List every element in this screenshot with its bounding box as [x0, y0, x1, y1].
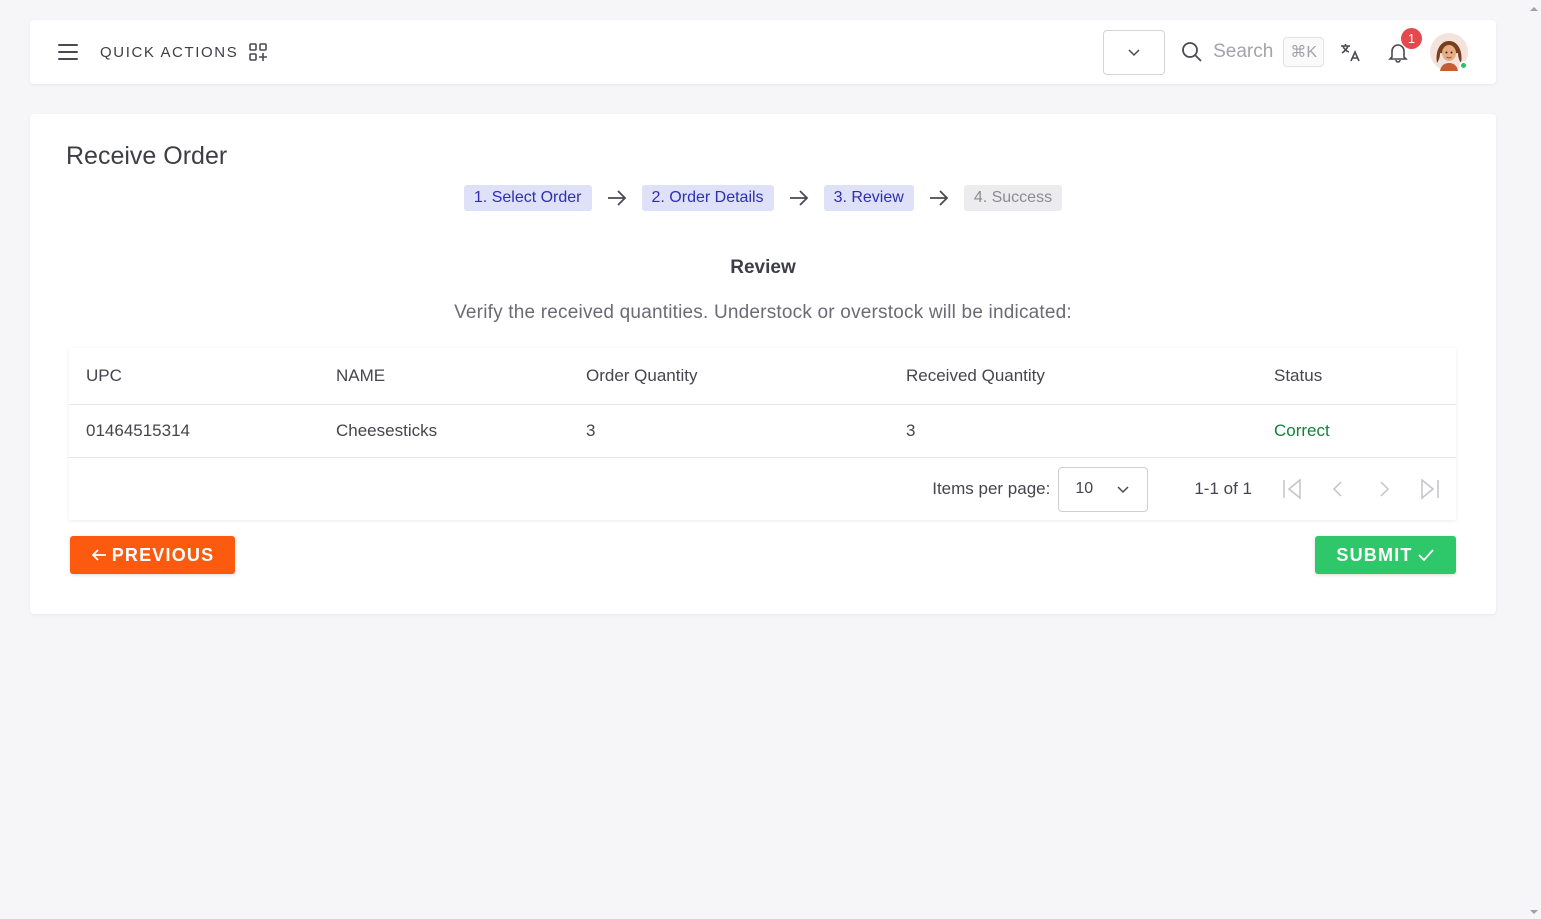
- grid-add-icon[interactable]: [248, 42, 268, 62]
- chevron-down-icon: [1117, 486, 1129, 494]
- first-page-icon[interactable]: [1280, 477, 1304, 501]
- column-header-order-quantity[interactable]: Order Quantity: [569, 366, 889, 386]
- step-success: 4. Success: [963, 185, 1063, 211]
- menu-icon[interactable]: [58, 44, 78, 60]
- check-icon: [1417, 549, 1434, 562]
- previous-page-icon[interactable]: [1326, 477, 1350, 501]
- submit-button[interactable]: SUBMIT: [1315, 536, 1456, 574]
- cell-order-quantity: 3: [586, 421, 596, 440]
- review-table: UPC NAME Order Quantity Received Quantit…: [69, 348, 1456, 520]
- step-order-details[interactable]: 2. Order Details: [641, 185, 774, 211]
- column-header-name[interactable]: NAME: [319, 366, 569, 386]
- notification-badge: 1: [1401, 28, 1422, 49]
- translate-icon[interactable]: [1338, 40, 1362, 64]
- arrow-right-icon: [774, 189, 824, 207]
- top-bar: QUICK ACTIONS Search ⌘K 1: [30, 20, 1496, 84]
- table-header-row: UPC NAME Order Quantity Received Quantit…: [69, 348, 1456, 405]
- arrow-right-icon: [592, 189, 642, 207]
- search-placeholder: Search: [1213, 41, 1274, 62]
- step-review[interactable]: 3. Review: [823, 185, 914, 211]
- items-per-page-label: Items per page:: [932, 479, 1051, 498]
- cell-received-quantity: 3: [906, 421, 916, 440]
- stepper: 1. Select Order 2. Order Details 3. Revi…: [30, 185, 1496, 211]
- last-page-icon[interactable]: [1418, 477, 1442, 501]
- table-row[interactable]: 01464515314 Cheesesticks 3 3 Correct: [69, 405, 1456, 458]
- scroll-up-icon[interactable]: [1527, 4, 1541, 14]
- quick-actions-label[interactable]: QUICK ACTIONS: [100, 44, 238, 61]
- online-status-dot: [1459, 61, 1468, 70]
- step-select-order[interactable]: 1. Select Order: [463, 185, 592, 211]
- column-header-received-quantity[interactable]: Received Quantity: [889, 366, 1257, 386]
- column-header-upc[interactable]: UPC: [69, 366, 319, 386]
- arrow-left-icon: [91, 549, 106, 561]
- page-range: 1-1 of 1: [1194, 479, 1252, 498]
- notifications-button[interactable]: 1: [1386, 28, 1422, 64]
- section-title: Review: [730, 257, 796, 278]
- search-shortcut: ⌘K: [1283, 37, 1324, 67]
- user-avatar[interactable]: [1430, 33, 1468, 71]
- receive-order-card: Receive Order 1. Select Order 2. Order D…: [30, 114, 1496, 614]
- section-description: Verify the received quantities. Understo…: [454, 302, 1072, 323]
- items-per-page-select[interactable]: 10: [1058, 466, 1149, 512]
- cell-name: Cheesesticks: [336, 421, 438, 440]
- cell-status: Correct: [1274, 421, 1330, 440]
- items-per-page-value: 10: [1075, 480, 1094, 497]
- paginator: Items per page: 10 1-1 of 1: [69, 458, 1456, 520]
- page-scrollbar[interactable]: [1527, 0, 1541, 919]
- previous-button-label: PREVIOUS: [111, 544, 215, 565]
- scroll-down-icon[interactable]: [1527, 907, 1541, 917]
- cell-upc: 01464515314: [86, 421, 191, 440]
- submit-button-label: SUBMIT: [1336, 544, 1413, 565]
- next-page-icon[interactable]: [1372, 477, 1396, 501]
- search-icon: [1182, 42, 1202, 62]
- page-title: Receive Order: [66, 142, 228, 170]
- search-trigger[interactable]: Search ⌘K: [1181, 37, 1324, 67]
- workspace-select[interactable]: [1103, 29, 1166, 75]
- chevron-down-icon: [1128, 49, 1140, 57]
- column-header-status[interactable]: Status: [1257, 366, 1456, 386]
- previous-button[interactable]: PREVIOUS: [70, 536, 235, 574]
- arrow-right-icon: [914, 189, 964, 207]
